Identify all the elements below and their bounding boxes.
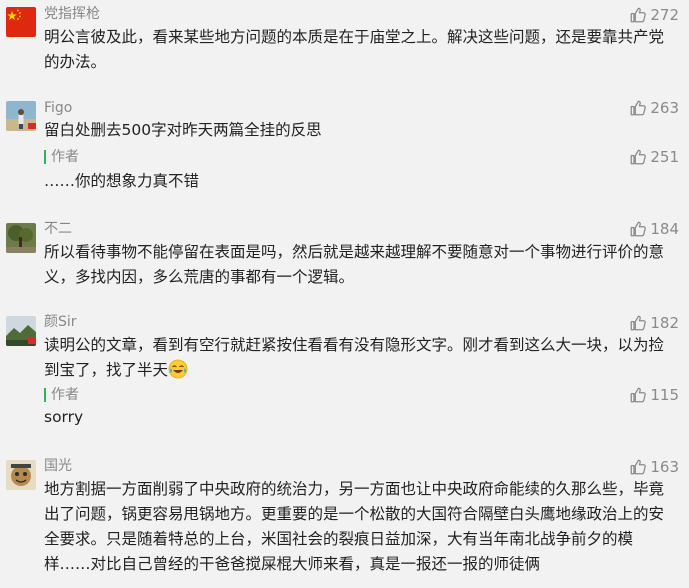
comment-text: 地方割据一方面削弱了中央政府的统治力，另一方面也让中央政府命能续的久那么些，毕竟… (44, 480, 665, 573)
like-count: 272 (650, 6, 679, 24)
like-button[interactable]: 182 (629, 314, 679, 332)
comment-text-body: 读明公的文章，看到有空行就赶紧按住看看有没有隐形文字。刚才看到这么大一块，以为捡… (44, 336, 665, 379)
author-reply-tag: 作者 (44, 148, 79, 166)
region-flag-icon (28, 123, 36, 129)
author-reply-text: sorry (44, 408, 84, 426)
comment-text: 读明公的文章，看到有空行就赶紧按住看看有没有隐形文字。刚才看到这么大一块，以为捡… (44, 333, 677, 383)
author-reply-tag: 作者 (44, 386, 79, 404)
commenter-nickname[interactable]: 颜Sir (44, 313, 77, 331)
like-count: 182 (650, 314, 679, 332)
commenter-nickname[interactable]: Figo (44, 99, 72, 117)
china-flag-avatar[interactable] (6, 7, 36, 37)
like-button[interactable]: 263 (629, 99, 679, 117)
author-reply-text: ……你的想象力真不错 (44, 172, 200, 190)
author-tag-bar (44, 150, 46, 164)
commenter-nickname[interactable]: 党指挥枪 (44, 5, 100, 23)
commenter-nickname[interactable]: 国光 (44, 457, 72, 475)
like-count: 163 (650, 458, 679, 476)
author-tag-bar (44, 388, 46, 402)
comment-text: 所以看待事物不能停留在表面是吗，然后就是越来越理解不要随意对一个事物进行评价的意… (44, 243, 665, 286)
crying-laughing-emoji (168, 359, 188, 379)
thumbs-up-icon (629, 314, 647, 332)
commenter-nickname[interactable]: 不二 (44, 220, 72, 238)
like-count: 251 (650, 148, 679, 166)
thumbs-up-icon (629, 99, 647, 117)
thumbs-up-icon (629, 386, 647, 404)
like-count: 115 (650, 386, 679, 404)
reply-like-button[interactable]: 115 (629, 386, 679, 404)
cartoon-avatar[interactable] (6, 460, 36, 490)
like-button[interactable]: 163 (629, 458, 679, 476)
author-label: 作者 (51, 387, 79, 403)
thumbs-up-icon (629, 220, 647, 238)
comment-text: 留白处删去500字对昨天两篇全挂的反思 (44, 121, 322, 139)
comment-text: 明公言彼及此，看来某些地方问题的本质是在于庙堂之上。解决这些问题，还是要靠共产党… (44, 28, 665, 71)
tree-photo-avatar[interactable] (6, 223, 36, 253)
like-button[interactable]: 184 (629, 220, 679, 238)
like-button[interactable]: 272 (629, 6, 679, 24)
like-count: 263 (650, 99, 679, 117)
thumbs-up-icon (629, 6, 647, 24)
reply-like-button[interactable]: 251 (629, 148, 679, 166)
thumbs-up-icon (629, 148, 647, 166)
region-flag-icon (28, 338, 36, 344)
thumbs-up-icon (629, 458, 647, 476)
like-count: 184 (650, 220, 679, 238)
author-label: 作者 (51, 149, 79, 165)
